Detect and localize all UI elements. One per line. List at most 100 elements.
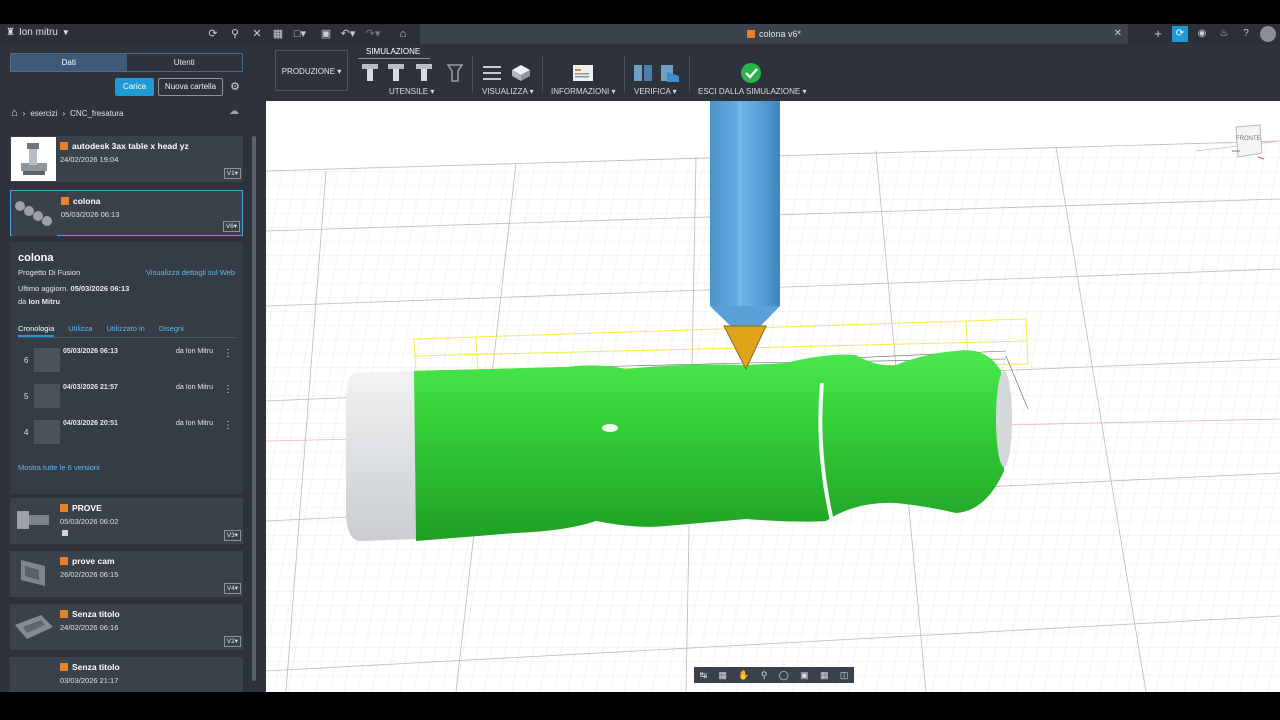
tab-history[interactable]: Cronologia [18, 324, 55, 337]
new-tab-icon[interactable]: + [1150, 26, 1166, 42]
tool-icon[interactable] [385, 62, 407, 84]
show-all-versions-link[interactable]: Mostra tutte le 6 versioni [18, 463, 100, 472]
breadcrumb-item[interactable]: esercizi [30, 109, 57, 118]
tab-users[interactable]: Utenti [127, 54, 243, 71]
home-icon[interactable]: ⌂ [11, 107, 18, 119]
version-badge[interactable]: V4▾ [223, 583, 241, 594]
chevron-right-icon: › [22, 108, 26, 118]
exit-simulation-label[interactable]: ESCI DALLA SIMULAZIONE ▾ [698, 87, 807, 96]
divider [542, 56, 543, 92]
info-group-label[interactable]: INFORMAZIONI ▾ [551, 87, 615, 96]
collision-check-icon[interactable] [659, 62, 681, 84]
design-cube-icon [60, 504, 68, 512]
home-icon[interactable]: ⌂ [395, 26, 411, 42]
design-thumbnail [11, 605, 56, 649]
refresh-icon[interactable]: ⟳ [205, 26, 221, 42]
grid-toggle-icon[interactable]: ▦ [820, 670, 829, 681]
user-menu[interactable]: ♜ Ion mitru ▼ [6, 27, 70, 38]
tab-data[interactable]: Dati [11, 54, 127, 71]
zoom-icon[interactable]: ⚲ [761, 670, 768, 681]
stock-right-face [996, 371, 1012, 467]
list-item[interactable]: autodesk 3ax table x head yz 24/02/2026 … [10, 136, 243, 182]
simulation-tab[interactable]: SIMULAZIONE [366, 47, 420, 56]
help-icon[interactable]: ? [1238, 26, 1254, 42]
group-label: UTENSILE [389, 87, 429, 96]
search-icon[interactable]: ⚲ [227, 26, 243, 42]
gear-icon[interactable]: ⚙ [228, 78, 242, 96]
view-cube[interactable]: FRONTE [1232, 123, 1265, 161]
updated-value: 05/03/2026 06:13 [70, 284, 130, 293]
details-updated: Ultimo aggiorn. 05/03/2026 06:13 [18, 284, 129, 293]
close-tab-icon[interactable]: ✕ [1114, 24, 1122, 44]
more-options-icon[interactable]: ⋮ [223, 384, 233, 395]
job-status-icon[interactable]: ◉ [1194, 26, 1210, 42]
shank-icon[interactable] [413, 62, 435, 84]
cloud-icon[interactable]: ☁ [229, 106, 239, 117]
fit-icon[interactable]: ◯ [779, 670, 789, 681]
upload-button[interactable]: Carica [115, 78, 154, 96]
item-title: Senza titolo [72, 609, 120, 619]
extensions-icon[interactable]: ⟳ [1172, 26, 1188, 42]
view-group-label[interactable]: VISUALIZZA ▾ [482, 87, 534, 96]
design-thumbnail [11, 658, 56, 692]
version-author: da Ion Mitru [176, 420, 213, 427]
pan-icon[interactable]: ✋ [738, 670, 749, 681]
list-item[interactable]: PROVE 05/03/2026 06:02 V3▾ [10, 498, 243, 544]
new-folder-button[interactable]: Nuova cartella [158, 78, 223, 96]
version-row[interactable]: 4 04/03/2026 20:51 da Ion Mitru ⋮ [18, 418, 236, 448]
version-badge[interactable]: V1▾ [223, 168, 241, 179]
checkmark-icon[interactable] [740, 62, 762, 84]
version-badge[interactable]: V3▾ [223, 530, 241, 541]
compare-icon[interactable] [632, 62, 654, 84]
viewports-icon[interactable]: ◫ [840, 670, 849, 681]
notifications-icon[interactable]: ♨ [1216, 26, 1232, 42]
undo-icon[interactable]: ↶▾ [340, 26, 356, 42]
workspace-selector[interactable]: PRODUZIONE ▾ [275, 50, 348, 91]
grid-icon[interactable]: ▦ [270, 26, 286, 42]
item-title: PROVE [72, 503, 102, 513]
list-item-selected[interactable]: colona 05/03/2026 06:13 V6▾ [10, 190, 243, 236]
ribbon-toolbar: PRODUZIONE ▾ SIMULAZIONE UTENSILE ▾ VISU… [266, 44, 1280, 101]
version-row[interactable]: 6 05/03/2026 06:13 da Ion Mitru ⋮ [18, 346, 236, 376]
display-list-icon[interactable] [481, 62, 503, 84]
camera-icon[interactable]: ▦ [719, 670, 728, 681]
version-badge[interactable]: V6▾ [222, 221, 240, 232]
tool-group-label[interactable]: UTENSILE ▾ [389, 87, 434, 96]
design-cube-icon [61, 197, 69, 205]
stock-view-icon[interactable] [510, 62, 532, 84]
close-icon[interactable]: ✕ [249, 26, 265, 42]
item-date: 05/03/2026 06:02 [60, 517, 119, 526]
version-row[interactable]: 5 04/03/2026 21:57 da Ion Mitru ⋮ [18, 382, 236, 412]
file-menu-icon[interactable]: □▾ [292, 26, 308, 42]
version-badge[interactable]: V2▾ [223, 636, 241, 647]
document-tab[interactable]: colona v6* ✕ [420, 24, 1128, 44]
tab-drawings[interactable]: Disegni [159, 324, 184, 337]
more-options-icon[interactable]: ⋮ [223, 420, 233, 431]
orbit-icon[interactable]: ↹ [700, 670, 708, 681]
tab-uses[interactable]: Utilizza [68, 324, 92, 337]
panel-scrollbar[interactable] [252, 136, 256, 681]
save-icon[interactable]: ▣ [318, 26, 334, 42]
list-item[interactable]: Senza titolo 03/03/2026 21:17 V1▾ [10, 657, 243, 692]
details-title: colona [18, 252, 54, 264]
list-item[interactable]: Senza titolo 24/02/2026 06:16 V2▾ [10, 604, 243, 650]
breadcrumb-item[interactable]: CNC_fresatura [70, 109, 123, 118]
shared-icon [62, 530, 68, 536]
tab-used-in[interactable]: Utilizzato in [106, 324, 144, 337]
breadcrumb: ⌂ › esercizi › CNC_fresatura [11, 107, 123, 119]
info-panel-icon[interactable] [572, 62, 594, 84]
tool-holder-icon[interactable] [359, 62, 381, 84]
more-options-icon[interactable]: ⋮ [223, 348, 233, 359]
view-details-web-link[interactable]: Visualizza dettagli sul Web [146, 268, 235, 277]
verify-group-label[interactable]: VERIFICA ▾ [634, 87, 677, 96]
3d-viewport[interactable]: FRONTE ↹ ▦ ✋ ⚲ ◯ ▣ ▦ ◫ [266, 101, 1280, 692]
display-mode-icon[interactable]: ▣ [800, 670, 809, 681]
item-date: 24/02/2026 06:16 [60, 623, 119, 632]
avatar[interactable] [1260, 26, 1276, 42]
simulation-canvas[interactable] [266, 101, 1280, 692]
redo-icon[interactable]: ↷▾ [365, 26, 381, 42]
design-thumbnail [12, 192, 57, 236]
holder-icon[interactable] [444, 62, 466, 84]
list-item[interactable]: prove cam 26/02/2026 06:15 V4▾ [10, 551, 243, 597]
cutting-tool-shank [710, 101, 780, 306]
